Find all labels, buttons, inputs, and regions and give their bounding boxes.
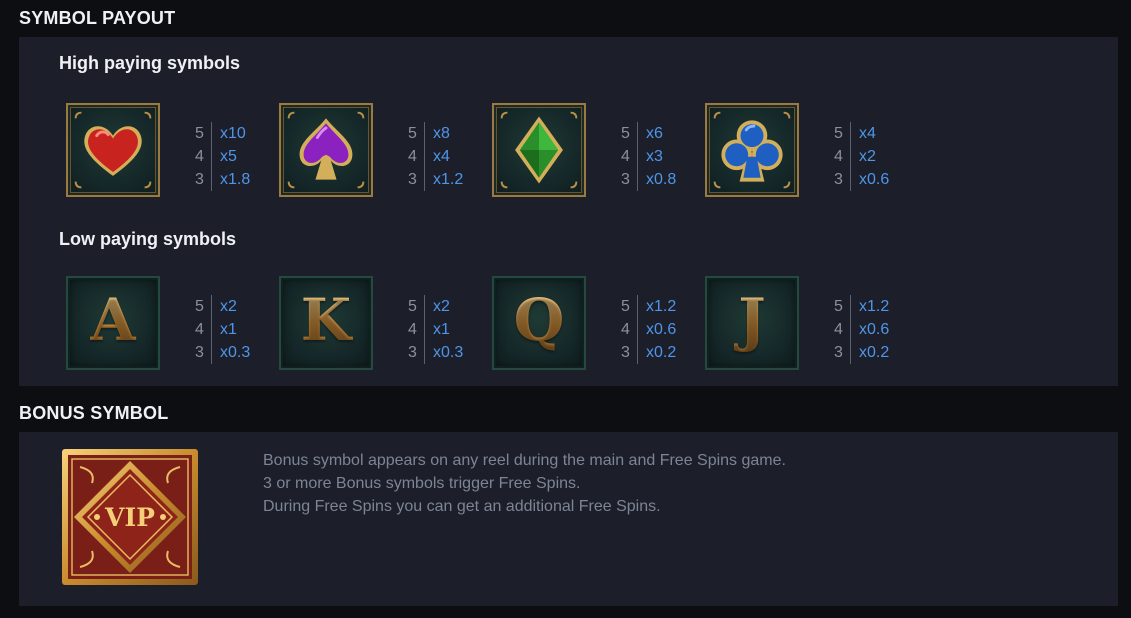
count-3: 3 bbox=[408, 344, 417, 361]
queen-symbol: Q bbox=[492, 276, 586, 370]
count-5: 5 bbox=[408, 125, 417, 142]
bonus-description-line-1: Bonus symbol appears on any reel during … bbox=[263, 452, 786, 469]
payout-3: x0.2 bbox=[646, 344, 677, 361]
count-3: 3 bbox=[408, 171, 417, 188]
count-3: 3 bbox=[834, 171, 843, 188]
spade-symbol bbox=[279, 103, 373, 197]
payout-4: x0.6 bbox=[646, 321, 677, 338]
count-3: 3 bbox=[621, 344, 630, 361]
diamond-icon bbox=[500, 111, 578, 189]
count-5: 5 bbox=[621, 298, 630, 315]
symbol-payout-title: SYMBOL PAYOUT bbox=[19, 8, 176, 28]
payout-divider bbox=[850, 295, 851, 364]
payout-5: x4 bbox=[859, 125, 876, 142]
payout-5: x2 bbox=[433, 298, 450, 315]
count-4: 4 bbox=[621, 148, 630, 165]
count-3: 3 bbox=[834, 344, 843, 361]
count-4: 4 bbox=[408, 321, 417, 338]
bonus-description-line-2: 3 or more Bonus symbols trigger Free Spi… bbox=[263, 475, 581, 492]
count-5: 5 bbox=[195, 125, 204, 142]
spade-icon bbox=[287, 111, 365, 189]
payout-3: x0.6 bbox=[859, 171, 890, 188]
high-paying-row: 5 4 3 x10 x5 x1.8 5 4 3 x8 x4 x1.2 5 4 3… bbox=[19, 103, 1118, 199]
vip-label: VIP bbox=[104, 503, 155, 532]
bonus-description: Bonus symbol appears on any reel during … bbox=[263, 449, 786, 518]
payout-divider bbox=[850, 122, 851, 191]
ace-letter: A bbox=[68, 286, 158, 354]
club-icon bbox=[713, 111, 791, 189]
count-3: 3 bbox=[621, 171, 630, 188]
heart-symbol bbox=[66, 103, 160, 197]
payout-4: x2 bbox=[859, 148, 876, 165]
payout-5: x6 bbox=[646, 125, 663, 142]
count-3: 3 bbox=[195, 344, 204, 361]
ace-symbol: A bbox=[66, 276, 160, 370]
vip-icon: VIP bbox=[62, 449, 198, 585]
count-4: 4 bbox=[195, 148, 204, 165]
bonus-description-line-3: During Free Spins you can get an additio… bbox=[263, 498, 661, 515]
jack-symbol: J bbox=[705, 276, 799, 370]
high-paying-heading: High paying symbols bbox=[59, 53, 241, 73]
payout-5: x8 bbox=[433, 125, 450, 142]
payout-3: x1.2 bbox=[433, 171, 464, 188]
heart-icon bbox=[74, 111, 152, 189]
payout-4: x3 bbox=[646, 148, 663, 165]
count-4: 4 bbox=[621, 321, 630, 338]
count-3: 3 bbox=[195, 171, 204, 188]
payout-4: x1 bbox=[220, 321, 237, 338]
vip-bonus-symbol: VIP bbox=[62, 449, 198, 585]
payout-3: x0.2 bbox=[859, 344, 890, 361]
payout-divider bbox=[211, 122, 212, 191]
payout-divider bbox=[424, 295, 425, 364]
payout-4: x4 bbox=[433, 148, 450, 165]
payout-4: x1 bbox=[433, 321, 450, 338]
count-5: 5 bbox=[834, 298, 843, 315]
club-symbol bbox=[705, 103, 799, 197]
count-5: 5 bbox=[834, 125, 843, 142]
payout-divider bbox=[637, 122, 638, 191]
payout-5: x1.2 bbox=[646, 298, 677, 315]
symbol-payout-panel: High paying symbols 5 4 3 x10 x5 x1.8 5 … bbox=[19, 37, 1118, 386]
payout-3: x0.3 bbox=[220, 344, 251, 361]
count-4: 4 bbox=[408, 148, 417, 165]
payout-5: x2 bbox=[220, 298, 237, 315]
payout-3: x0.3 bbox=[433, 344, 464, 361]
count-5: 5 bbox=[195, 298, 204, 315]
bonus-symbol-title: BONUS SYMBOL bbox=[19, 403, 169, 423]
low-paying-heading: Low paying symbols bbox=[59, 229, 237, 249]
jack-letter: J bbox=[707, 286, 797, 354]
payout-4: x0.6 bbox=[859, 321, 890, 338]
payout-5: x1.2 bbox=[859, 298, 890, 315]
count-5: 5 bbox=[621, 125, 630, 142]
payout-4: x5 bbox=[220, 148, 237, 165]
payout-5: x10 bbox=[220, 125, 246, 142]
count-4: 4 bbox=[834, 321, 843, 338]
count-4: 4 bbox=[195, 321, 204, 338]
queen-letter: Q bbox=[494, 286, 584, 354]
payout-3: x1.8 bbox=[220, 171, 251, 188]
payout-divider bbox=[211, 295, 212, 364]
count-5: 5 bbox=[408, 298, 417, 315]
payout-divider bbox=[424, 122, 425, 191]
payout-3: x0.8 bbox=[646, 171, 677, 188]
king-letter: K bbox=[281, 286, 371, 354]
king-symbol: K bbox=[279, 276, 373, 370]
count-4: 4 bbox=[834, 148, 843, 165]
low-paying-row: A 5 4 3 x2 x1 x0.3 K 5 4 3 x2 x1 x0.3 Q … bbox=[19, 276, 1118, 372]
diamond-symbol bbox=[492, 103, 586, 197]
payout-divider bbox=[637, 295, 638, 364]
